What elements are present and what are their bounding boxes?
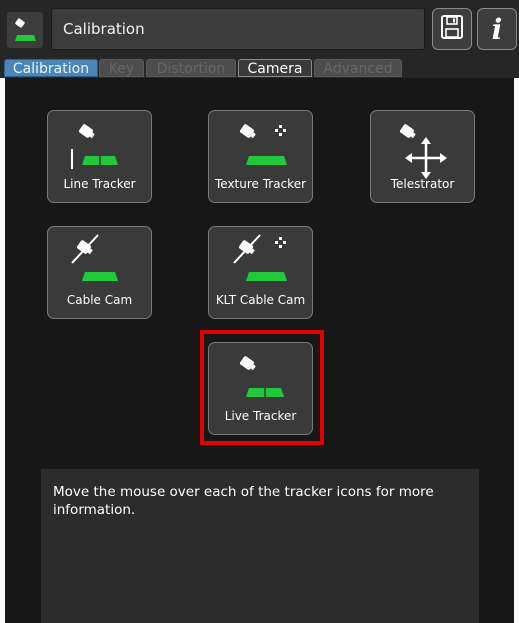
tab-advanced: Advanced xyxy=(314,59,402,77)
tracker-tile-texture-tracker[interactable]: Texture Tracker xyxy=(208,110,313,203)
telestrator-icon xyxy=(400,124,447,179)
info-text: Move the mouse over each of the tracker … xyxy=(53,484,434,518)
tracker-tile-klt-cable-cam[interactable]: KLT Cable Cam xyxy=(208,226,313,319)
tab-camera[interactable]: Camera xyxy=(238,59,312,77)
tab-calibration[interactable]: Calibration xyxy=(4,59,98,77)
tracker-label: Telestrator xyxy=(390,177,455,191)
camera-on-field-icon xyxy=(7,12,43,48)
tab-bar: Calibration Key Distortion Camera Advanc… xyxy=(0,58,519,78)
tab-distortion: Distortion xyxy=(146,59,236,77)
info-button[interactable]: i xyxy=(477,8,517,50)
tracker-tile-telestrator[interactable]: Telestrator xyxy=(370,110,475,203)
page-title: Calibration xyxy=(51,8,425,50)
save-button[interactable] xyxy=(432,8,472,50)
calibration-panel: Calibration i Calibration Key Distortion… xyxy=(0,0,519,623)
texture-tracker-icon xyxy=(240,124,287,165)
tracker-label: KLT Cable Cam xyxy=(215,293,306,307)
header-bar: Calibration i xyxy=(0,0,519,58)
info-icon: i xyxy=(491,12,503,46)
highlight-box xyxy=(200,330,324,445)
line-tracker-icon xyxy=(71,124,118,169)
klt-cable-cam-icon xyxy=(233,234,287,281)
cable-cam-icon xyxy=(71,234,118,281)
tracker-label: Line Tracker xyxy=(63,177,136,191)
floppy-disk-icon xyxy=(440,14,464,44)
info-panel: Move the mouse over each of the tracker … xyxy=(41,469,479,623)
tracker-label: Texture Tracker xyxy=(214,177,307,191)
tracker-tile-line-tracker[interactable]: Line Tracker xyxy=(47,110,152,203)
tracker-tile-cable-cam[interactable]: Cable Cam xyxy=(47,226,152,319)
tracker-label: Cable Cam xyxy=(66,293,133,307)
tab-key: Key xyxy=(99,59,144,77)
